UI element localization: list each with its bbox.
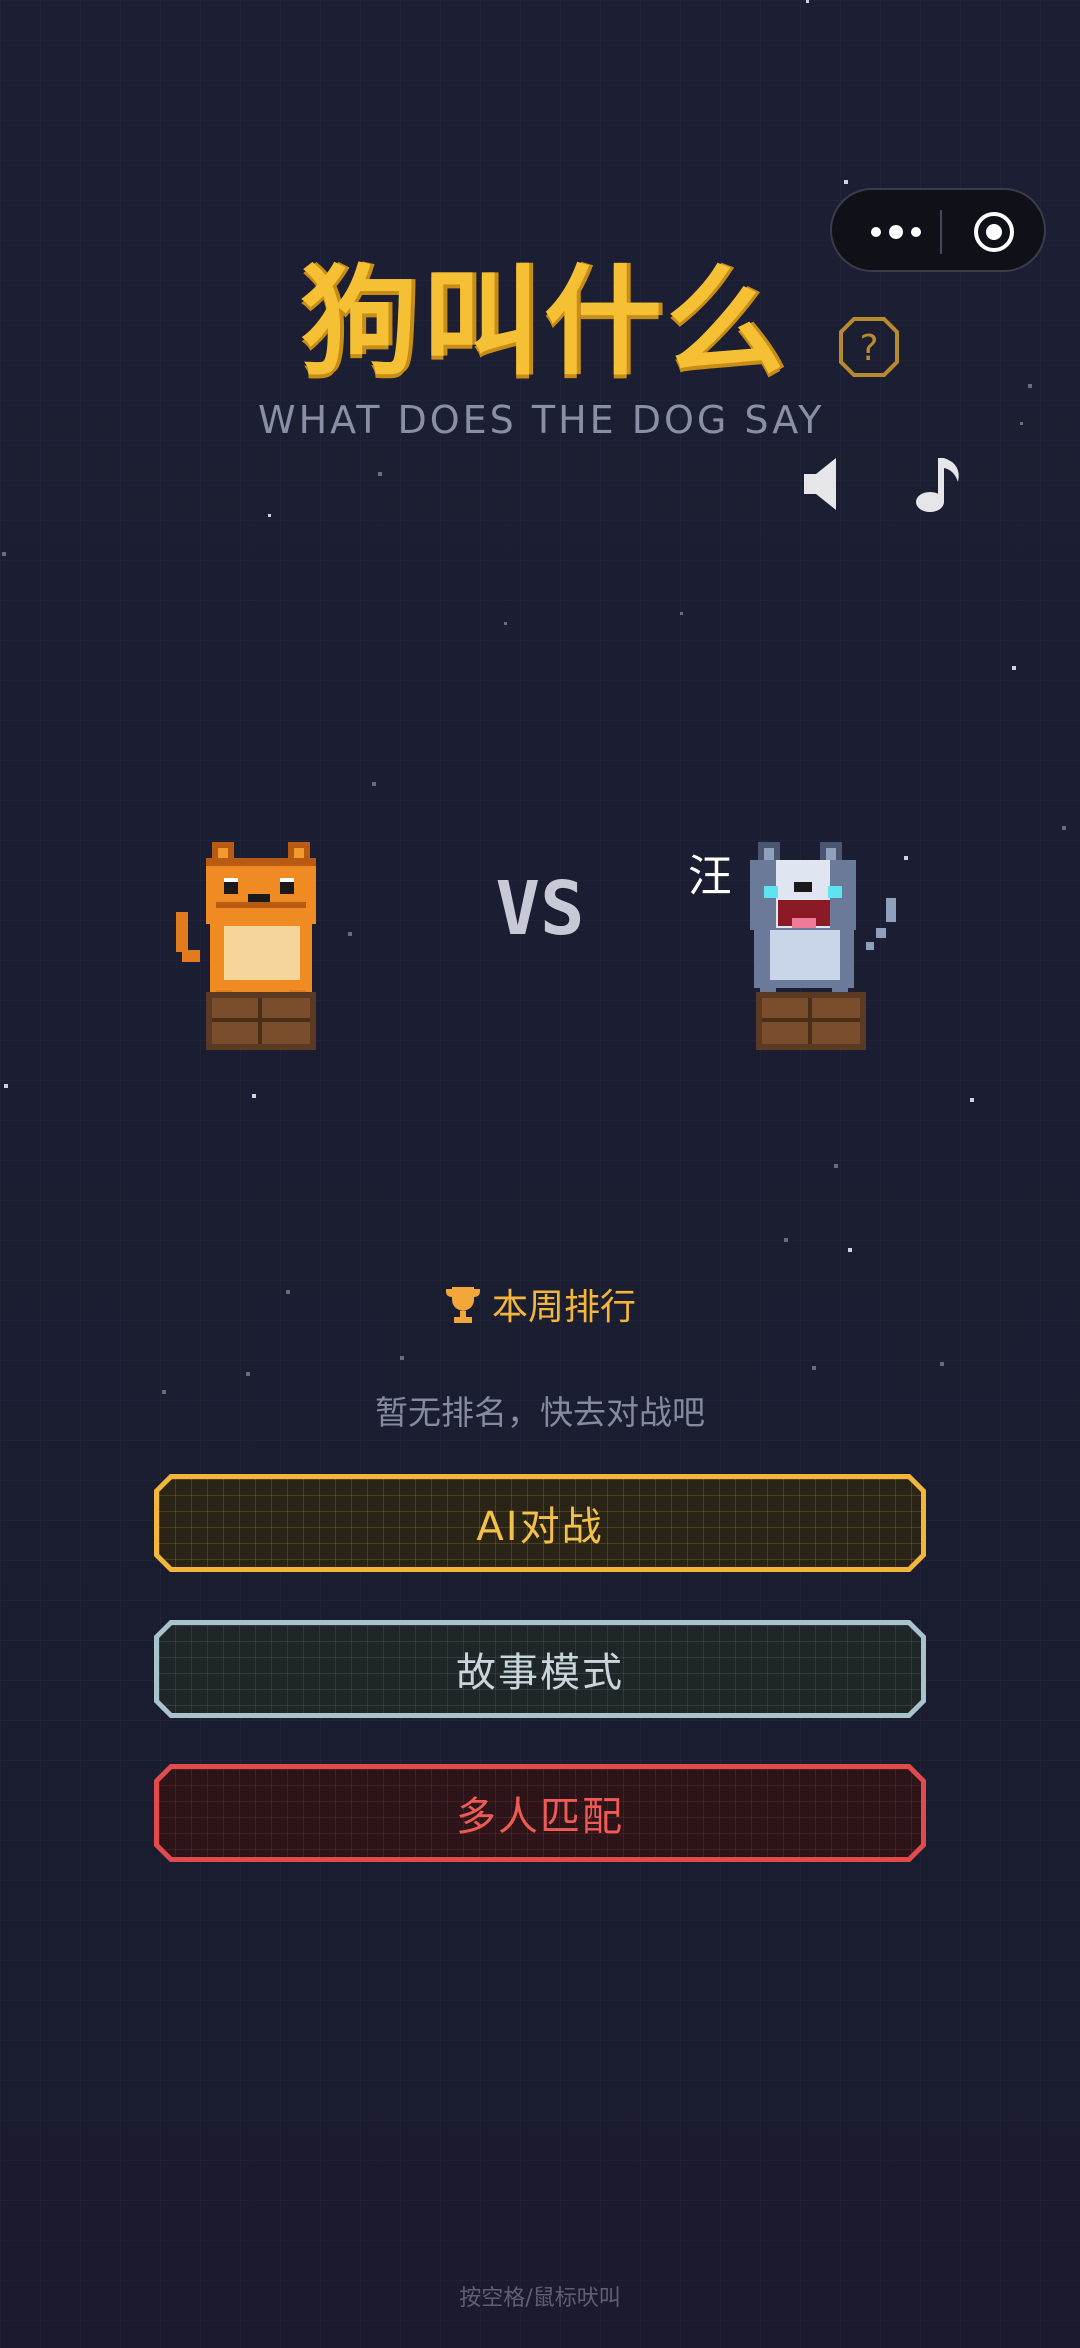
miniprogram-capsule	[830, 188, 1046, 272]
star	[400, 1356, 404, 1360]
star	[848, 1248, 852, 1252]
star	[784, 1238, 788, 1242]
star	[970, 1098, 974, 1102]
star	[268, 514, 271, 517]
more-dots-icon[interactable]	[862, 220, 942, 244]
star	[680, 612, 683, 615]
weekly-ranking-heading[interactable]: 本周排行	[0, 1278, 1080, 1330]
star	[252, 1094, 256, 1098]
controls-hint: 按空格/鼠标吠叫	[459, 2286, 621, 2311]
game-title: 狗叫什么	[300, 253, 789, 391]
story-mode-label: 故事模式	[456, 1650, 624, 1696]
music-note-icon[interactable]	[914, 452, 964, 514]
star	[812, 1366, 816, 1370]
star	[1020, 422, 1023, 425]
multiplayer-label: 多人匹配	[456, 1794, 624, 1840]
star	[1028, 384, 1032, 388]
star	[4, 1084, 8, 1088]
star	[2, 552, 6, 556]
star	[940, 1362, 944, 1366]
star	[844, 180, 848, 184]
bark-text: 汪	[688, 851, 732, 902]
star	[372, 782, 376, 786]
story-mode-button[interactable]: 故事模式	[154, 1620, 926, 1718]
star	[246, 1372, 250, 1376]
ai-battle-button[interactable]: AI对战	[154, 1474, 926, 1572]
husky-dog-character	[750, 842, 896, 1050]
target-circle-icon[interactable]	[972, 210, 1016, 254]
svg-text:VS: VS	[495, 872, 584, 948]
svg-text:?: ?	[859, 328, 878, 369]
vs-label: VS	[495, 872, 584, 948]
ranking-empty-text: 暂无排名，快去对战吧	[375, 1393, 705, 1432]
game-subtitle: WHAT DOES THE DOG SAY	[258, 398, 825, 442]
speaker-icon[interactable]	[800, 456, 840, 512]
ai-battle-label: AI对战	[476, 1504, 604, 1550]
capsule-divider	[940, 210, 942, 254]
star	[806, 0, 809, 3]
star	[504, 622, 507, 625]
question-mark-icon[interactable]: ?	[838, 316, 900, 378]
star	[348, 932, 352, 936]
trophy-icon	[445, 1287, 480, 1323]
star	[1012, 666, 1016, 670]
star	[378, 472, 382, 476]
star	[1062, 826, 1066, 830]
orange-cat-character	[176, 842, 316, 1050]
star	[834, 1164, 838, 1168]
multiplayer-button[interactable]: 多人匹配	[154, 1764, 926, 1862]
ranking-heading-label: 本周排行	[491, 1287, 636, 1328]
